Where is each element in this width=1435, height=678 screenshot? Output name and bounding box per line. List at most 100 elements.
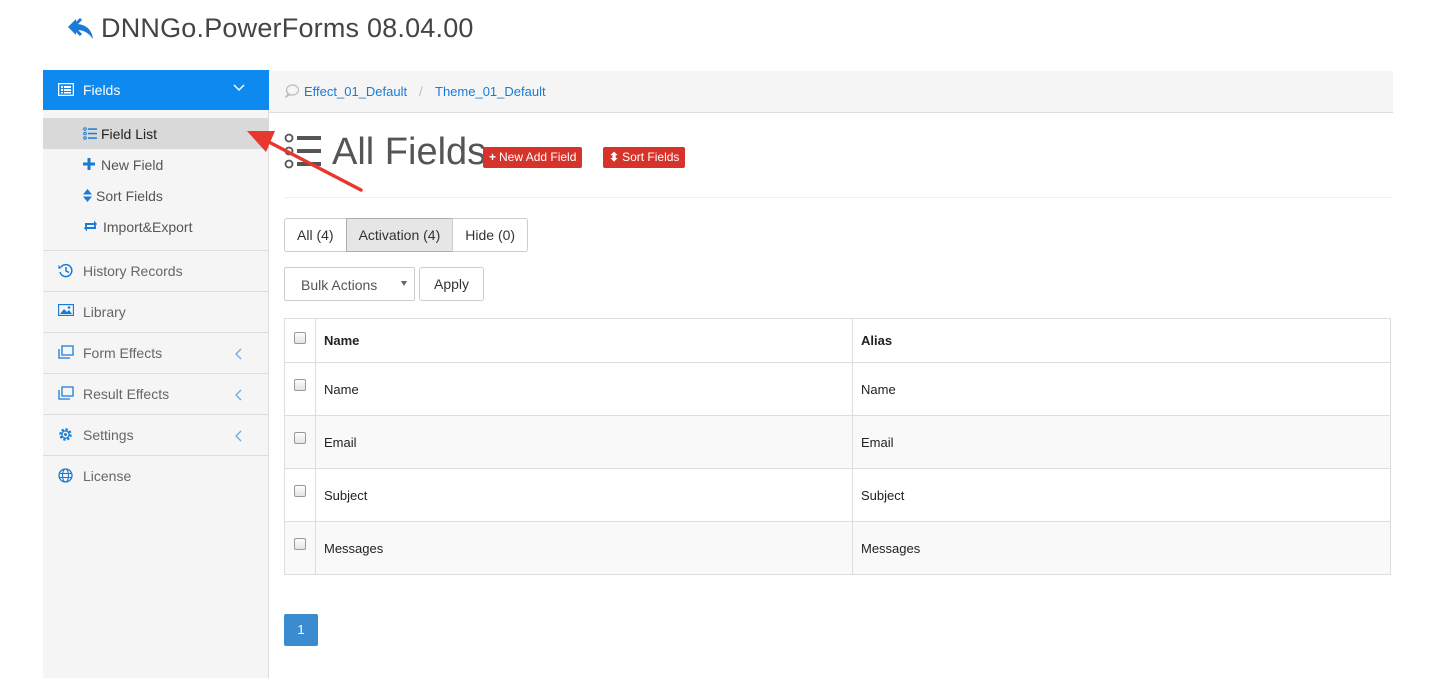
divider	[284, 197, 1393, 198]
select-cell	[285, 469, 316, 521]
table-cell: Name	[853, 363, 1391, 415]
clone-icon	[58, 386, 74, 400]
sidebar-item-label: Result Effects	[83, 386, 170, 402]
tab-hide[interactable]: Hide (0)	[452, 218, 529, 252]
sidebar-item-library[interactable]: Library	[43, 291, 269, 332]
sidebar-item-label: License	[83, 468, 132, 484]
field-name: Messages	[324, 541, 384, 556]
table-row: Messages Messages	[285, 521, 1391, 574]
button-label: Sort Fields	[622, 150, 680, 164]
row-checkbox[interactable]	[294, 379, 306, 391]
sidebar-item-settings[interactable]: Settings	[43, 414, 269, 455]
sidebar-subitem-sort-fields[interactable]: Sort Fields	[43, 180, 269, 211]
row-checkbox[interactable]	[294, 432, 306, 444]
sidebar-item-label: Library	[83, 304, 126, 320]
clone-icon	[58, 345, 74, 359]
header-cell: Alias	[853, 319, 1391, 362]
table-cell: Email	[316, 416, 853, 468]
column-header-name[interactable]: Name	[324, 333, 359, 348]
app-title: DNNGo.PowerForms 08.04.00	[101, 13, 474, 43]
exchange-icon	[84, 220, 97, 232]
breadcrumb-link-effect[interactable]: Effect_01_Default	[304, 84, 407, 99]
sort-fields-button[interactable]: ⬍ Sort Fields	[603, 147, 686, 168]
chevron-down-icon	[233, 84, 245, 92]
sort-icon	[83, 189, 92, 202]
select-cell	[285, 522, 316, 574]
sidebar-subitem-label: Sort Fields	[96, 188, 163, 204]
sidebar-subitem-label: New Field	[101, 157, 164, 173]
sidebar-subitem-label: Field List	[101, 126, 158, 142]
button-label: New Add Field	[499, 150, 577, 164]
table-cell: Subject	[316, 469, 853, 521]
sidebar-item-history-records[interactable]: History Records	[43, 250, 269, 291]
sidebar-item-label: Form Effects	[83, 345, 163, 361]
sidebar-item-label: Settings	[83, 427, 134, 443]
sidebar-item-label: History Records	[83, 263, 183, 279]
field-alias: Subject	[861, 488, 905, 503]
chevron-left-icon	[235, 389, 242, 401]
select-cell	[285, 416, 316, 468]
table-cell: Messages	[316, 522, 853, 574]
globe-icon	[58, 468, 73, 483]
table-row: Email Email	[285, 415, 1391, 468]
table-row: Name Name	[285, 362, 1391, 415]
field-alias: Email	[861, 435, 894, 450]
sidebar-subitem-label: Import&Export	[103, 219, 193, 235]
list-box-icon	[58, 83, 74, 96]
table-cell: Email	[853, 416, 1391, 468]
comment-icon	[285, 84, 299, 98]
image-icon	[58, 304, 74, 316]
select-cell	[285, 363, 316, 415]
sidebar-subitem-import-export[interactable]: Import&Export	[43, 211, 269, 242]
list-icon	[284, 133, 321, 169]
app-window: DNNGo.PowerForms 08.04.00 Fields Field L…	[0, 0, 1435, 678]
pagination-page-button[interactable]: 1	[284, 614, 318, 646]
breadcrumb-link-theme[interactable]: Theme_01_Default	[435, 84, 546, 99]
plus-icon	[83, 158, 95, 170]
table-cell: Messages	[853, 522, 1391, 574]
sidebar-item-result-effects[interactable]: Result Effects	[43, 373, 269, 414]
plus-icon: +	[489, 150, 497, 164]
sidebar-item-form-effects[interactable]: Form Effects	[43, 332, 269, 373]
table-row: Subject Subject	[285, 468, 1391, 521]
table-header-row: Name Alias	[285, 319, 1391, 362]
column-header-alias[interactable]: Alias	[861, 333, 892, 348]
list-icon	[83, 127, 97, 140]
table-cell: Subject	[853, 469, 1391, 521]
page-title: All Fields	[332, 131, 487, 173]
sidebar: Fields Field List New Field Sort Fields …	[43, 70, 282, 678]
new-add-field-button[interactable]: + New Add Field	[483, 147, 583, 168]
sidebar-item-label: Fields	[83, 82, 121, 98]
breadcrumb: Effect_01_Default / Theme_01_Default	[269, 71, 1393, 113]
field-alias: Messages	[861, 541, 921, 556]
field-name: Subject	[324, 488, 368, 503]
filter-tabs: All (4) Activation (4) Hide (0)	[284, 218, 529, 252]
select-all-checkbox[interactable]	[294, 332, 306, 344]
history-icon	[58, 263, 73, 278]
row-checkbox[interactable]	[294, 538, 306, 550]
bulk-actions-value: Bulk Actions	[301, 277, 378, 293]
row-checkbox[interactable]	[294, 485, 306, 497]
sidebar-item-license[interactable]: License	[43, 455, 269, 496]
chevron-left-icon	[235, 348, 242, 360]
field-name: Name	[324, 382, 359, 397]
field-alias: Name	[861, 382, 896, 397]
app-header: DNNGo.PowerForms 08.04.00	[0, 0, 1435, 70]
sidebar-subitem-new-field[interactable]: New Field	[43, 149, 269, 180]
fields-table: Name Alias Name Name Email Email Subject…	[284, 318, 1391, 575]
header-cell: Name	[316, 319, 853, 362]
apply-button[interactable]: Apply	[419, 267, 484, 301]
bulk-actions-select[interactable]: Bulk Actions	[284, 267, 415, 301]
sort-icon: ⬍	[609, 150, 620, 164]
sidebar-subitem-field-list[interactable]: Field List	[43, 118, 269, 149]
caret-down-icon	[401, 281, 407, 286]
gear-icon	[59, 428, 72, 441]
table-cell: Name	[316, 363, 853, 415]
reply-arrow-icon	[68, 17, 93, 39]
chevron-left-icon	[235, 430, 242, 442]
select-cell	[285, 319, 316, 362]
breadcrumb-separator: /	[419, 84, 423, 99]
tab-all[interactable]: All (4)	[284, 218, 347, 252]
sidebar-item-fields[interactable]: Fields	[43, 70, 282, 110]
tab-activation[interactable]: Activation (4)	[345, 218, 454, 252]
